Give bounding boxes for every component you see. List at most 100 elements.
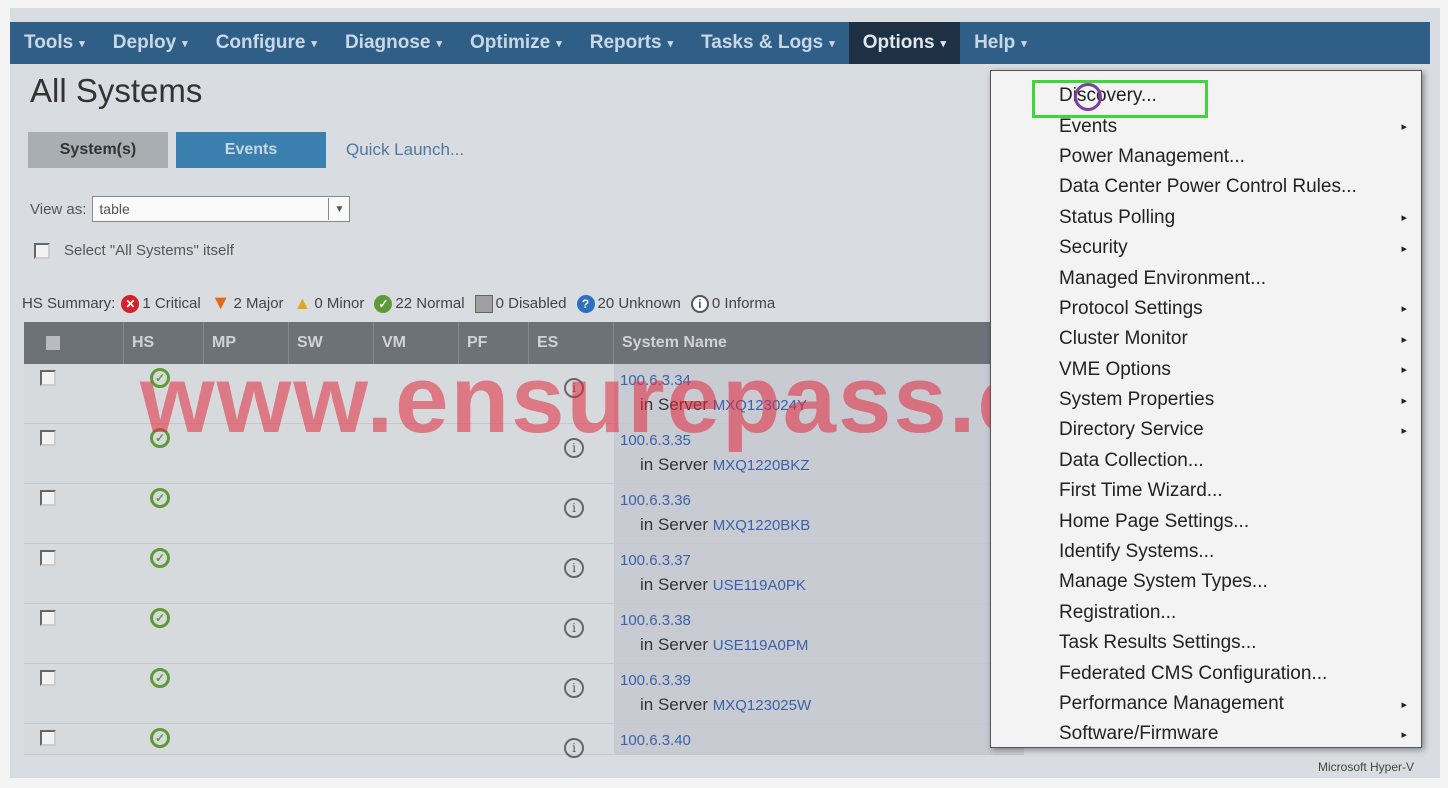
header-vm[interactable]: VM xyxy=(374,322,459,364)
view-as-select[interactable]: table ▼ xyxy=(92,196,351,222)
header-pf[interactable]: PF xyxy=(459,322,529,364)
tab-systems[interactable]: System(s) xyxy=(28,132,168,168)
critical-icon: ✕ xyxy=(121,294,140,313)
info-icon[interactable]: i xyxy=(564,558,584,578)
table-row[interactable]: ✓ i 100.6.3.39 in Server MXQ123025W xyxy=(24,664,1024,724)
system-ip-link[interactable]: 100.6.3.39 xyxy=(620,672,1024,689)
header-hs[interactable]: HS xyxy=(124,322,204,364)
info-icon[interactable]: i xyxy=(564,378,584,398)
menu-item-first-time-wizard[interactable]: First Time Wizard... xyxy=(991,476,1421,506)
server-link[interactable]: MXQ123025W xyxy=(713,697,811,714)
row-checkbox[interactable] xyxy=(40,610,56,626)
table-row[interactable]: ✓ i 100.6.3.34 in Server MXQ123024Y xyxy=(24,364,1024,424)
menu-item-directory-service[interactable]: Directory Service ▸ xyxy=(991,415,1421,445)
menu-optimize[interactable]: Optimize ▾ xyxy=(456,22,576,64)
menu-options[interactable]: Options ▾ xyxy=(848,22,961,64)
quick-launch-link[interactable]: Quick Launch... xyxy=(346,132,464,168)
table-row[interactable]: ✓ i 100.6.3.38 in Server USE119A0PM xyxy=(24,604,1024,664)
server-link[interactable]: USE119A0PK xyxy=(713,577,806,594)
menu-item-vme-options[interactable]: VME Options ▸ xyxy=(991,355,1421,385)
table-row[interactable]: ✓ i 100.6.3.36 in Server MXQ1220BKB xyxy=(24,484,1024,544)
summary-disabled-text: 0 Disabled xyxy=(495,295,567,312)
row-checkbox[interactable] xyxy=(40,730,56,746)
menu-item-events[interactable]: Events ▸ xyxy=(991,111,1421,141)
system-ip-link[interactable]: 100.6.3.35 xyxy=(620,432,1024,449)
system-ip-link[interactable]: 100.6.3.40 xyxy=(620,732,1024,749)
tab-events[interactable]: Events xyxy=(176,132,326,168)
submenu-arrow-icon: ▸ xyxy=(1401,333,1407,346)
menu-help[interactable]: Help ▾ xyxy=(960,22,1041,64)
menu-item-status-polling[interactable]: Status Polling ▸ xyxy=(991,203,1421,233)
menu-item-identify-systems[interactable]: Identify Systems... xyxy=(991,537,1421,567)
server-link[interactable]: MXQ1220BKZ xyxy=(713,457,810,474)
menu-item-power-management[interactable]: Power Management... xyxy=(991,142,1421,172)
header-checkbox[interactable] xyxy=(46,336,60,350)
row-checkbox[interactable] xyxy=(40,370,56,386)
menu-item-task-results-settings[interactable]: Task Results Settings... xyxy=(991,628,1421,658)
menu-item-security[interactable]: Security ▸ xyxy=(991,233,1421,263)
info-icon[interactable]: i xyxy=(564,438,584,458)
footer-text: Microsoft Hyper-V xyxy=(1318,760,1415,774)
menu-item-performance-management[interactable]: Performance Management ▸ xyxy=(991,689,1421,719)
info-icon[interactable]: i xyxy=(564,618,584,638)
menu-item-home-page-settings[interactable]: Home Page Settings... xyxy=(991,506,1421,536)
summary-unknown[interactable]: ? 20 Unknown xyxy=(576,294,681,313)
menu-item-manage-system-types[interactable]: Manage System Types... xyxy=(991,567,1421,597)
info-icon[interactable]: i xyxy=(564,678,584,698)
system-ip-link[interactable]: 100.6.3.38 xyxy=(620,612,1024,629)
row-checkbox[interactable] xyxy=(40,670,56,686)
menu-item-federated-cms-configuration[interactable]: Federated CMS Configuration... xyxy=(991,658,1421,688)
menu-label: Reports xyxy=(589,32,662,53)
menu-deploy[interactable]: Deploy ▾ xyxy=(99,22,202,64)
summary-normal[interactable]: ✓ 22 Normal xyxy=(374,294,465,313)
menu-item-dc-power-control-rules[interactable]: Data Center Power Control Rules... xyxy=(991,172,1421,202)
menu-tasks-logs[interactable]: Tasks & Logs ▾ xyxy=(687,22,849,64)
menu-item-software-firmware[interactable]: Software/Firmware ▸ xyxy=(991,719,1421,749)
table-row[interactable]: ✓ i 100.6.3.35 in Server MXQ1220BKZ xyxy=(24,424,1024,484)
menu-item-label: System Properties xyxy=(1059,389,1215,411)
page-title: All Systems xyxy=(30,72,203,109)
info-icon[interactable]: i xyxy=(564,738,584,758)
system-ip-link[interactable]: 100.6.3.34 xyxy=(620,372,1024,389)
header-system-name[interactable]: System Name xyxy=(614,322,1024,364)
header-select[interactable] xyxy=(24,322,124,364)
header-es[interactable]: ES xyxy=(529,322,614,364)
summary-critical[interactable]: ✕ 1 Critical xyxy=(121,294,201,313)
summary-minor[interactable]: ▲ 0 Minor xyxy=(294,293,365,314)
menu-item-managed-environment[interactable]: Managed Environment... xyxy=(991,263,1421,293)
menu-item-data-collection[interactable]: Data Collection... xyxy=(991,446,1421,476)
header-mp[interactable]: MP xyxy=(204,322,289,364)
normal-check-icon: ✓ xyxy=(374,294,393,313)
menu-item-registration[interactable]: Registration... xyxy=(991,598,1421,628)
server-link[interactable]: MXQ1220BKB xyxy=(713,517,811,534)
row-checkbox[interactable] xyxy=(40,430,56,446)
table-row[interactable]: ✓ i 100.6.3.37 in Server USE119A0PK xyxy=(24,544,1024,604)
in-server-label: in Server xyxy=(640,395,709,414)
menu-item-system-properties[interactable]: System Properties ▸ xyxy=(991,385,1421,415)
server-link[interactable]: USE119A0PM xyxy=(713,637,809,654)
info-icon[interactable]: i xyxy=(564,498,584,518)
menu-label: Diagnose xyxy=(344,32,431,53)
header-sw[interactable]: SW xyxy=(289,322,374,364)
dropdown-arrow-icon[interactable]: ▼ xyxy=(328,198,349,220)
summary-informational[interactable]: i0 Informa xyxy=(690,294,775,313)
table-row[interactable]: ✓ i 100.6.3.40 xyxy=(24,724,1024,758)
system-ip-link[interactable]: 100.6.3.37 xyxy=(620,552,1024,569)
in-server-label: in Server xyxy=(640,635,709,654)
menu-item-discovery[interactable]: Discovery... xyxy=(991,81,1421,111)
menu-tools[interactable]: Tools ▾ xyxy=(10,22,99,64)
system-ip-link[interactable]: 100.6.3.36 xyxy=(620,492,1024,509)
menu-label: Optimize xyxy=(470,32,551,53)
summary-disabled[interactable]: 0 Disabled xyxy=(474,294,567,313)
row-checkbox[interactable] xyxy=(40,490,56,506)
menu-reports[interactable]: Reports ▾ xyxy=(576,22,687,64)
menu-item-label: Performance Management xyxy=(1059,693,1284,714)
menu-item-cluster-monitor[interactable]: Cluster Monitor ▸ xyxy=(991,324,1421,354)
menu-item-protocol-settings[interactable]: Protocol Settings ▸ xyxy=(991,294,1421,324)
row-checkbox[interactable] xyxy=(40,550,56,566)
select-all-checkbox[interactable] xyxy=(34,242,50,259)
menu-configure[interactable]: Configure ▾ xyxy=(202,22,331,64)
menu-diagnose[interactable]: Diagnose ▾ xyxy=(331,22,456,64)
server-link[interactable]: MXQ123024Y xyxy=(713,397,807,414)
summary-major[interactable]: ▼ 2 Major xyxy=(211,292,284,315)
